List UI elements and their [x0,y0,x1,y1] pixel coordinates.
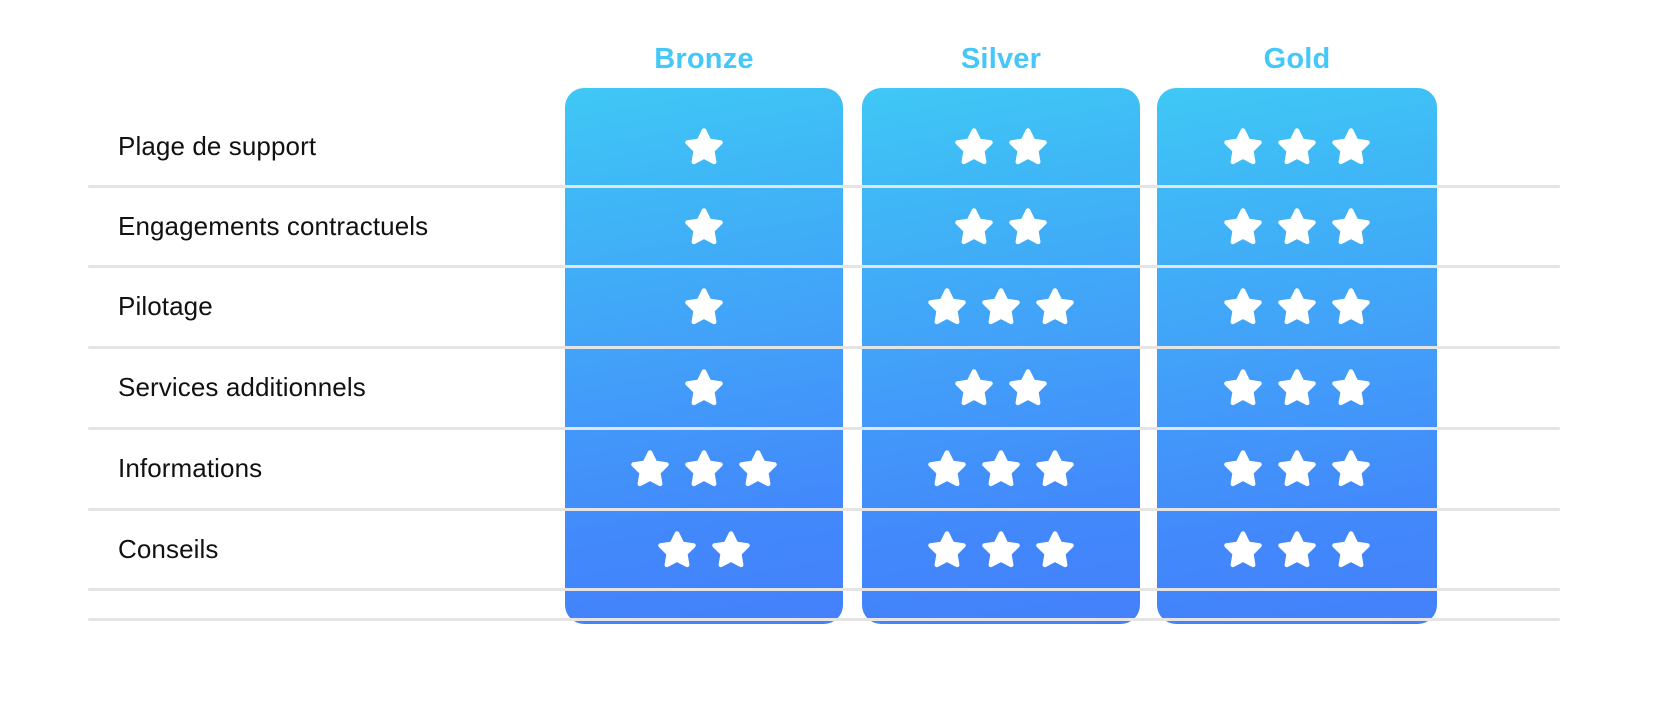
rating-cell-gold-4 [1157,365,1437,409]
star-icon [684,206,724,246]
star-icon [1331,206,1371,246]
star-icon [954,126,994,166]
column-header-bronze: Bronze [654,43,754,75]
rating-cell-gold-1 [1157,124,1437,168]
star-icon [981,286,1021,326]
rating-cell-gold-2 [1157,204,1437,248]
star-icon [1223,206,1263,246]
row-divider [88,618,1560,621]
star-icon [981,448,1021,488]
star-icon [684,367,724,407]
column-header-gold: Gold [1263,43,1331,75]
rating-cell-bronze-4 [565,365,843,409]
star-icon [684,286,724,326]
star-icon [1035,529,1075,569]
rating-cell-bronze-6 [565,527,843,571]
star-icon [1035,286,1075,326]
star-icon [657,529,697,569]
star-icon [1223,448,1263,488]
star-icon [1277,448,1317,488]
star-icon [1277,367,1317,407]
row-divider [88,346,1560,349]
star-icon [927,286,967,326]
rating-cell-silver-1 [862,124,1140,168]
star-icon [630,448,670,488]
feature-row-label: Engagements contractuels [118,211,429,241]
rating-cell-bronze-2 [565,204,843,248]
comparison-table: Bronze Silver Gold Plage de support Engag… [0,0,1653,701]
star-icon [1008,126,1048,166]
rating-cell-silver-3 [862,284,1140,328]
star-icon [927,448,967,488]
rating-cell-bronze-1 [565,124,843,168]
star-icon [1331,126,1371,166]
star-icon [1331,367,1371,407]
feature-row-label: Informations [118,453,263,483]
rating-cell-silver-2 [862,204,1140,248]
star-icon [1035,448,1075,488]
star-icon [1331,529,1371,569]
star-icon [954,367,994,407]
rating-cell-gold-5 [1157,446,1437,490]
star-icon [738,448,778,488]
star-icon [1223,367,1263,407]
feature-row-label: Pilotage [118,291,213,321]
star-icon [1008,367,1048,407]
rating-cell-bronze-3 [565,284,843,328]
rating-cell-silver-4 [862,365,1140,409]
star-icon [1331,286,1371,326]
star-icon [1223,529,1263,569]
star-icon [954,206,994,246]
rating-cell-gold-6 [1157,527,1437,571]
feature-row-label: Conseils [118,534,219,564]
star-icon [684,448,724,488]
star-icon [1223,126,1263,166]
rating-cell-silver-5 [862,446,1140,490]
star-icon [1223,286,1263,326]
star-icon [684,126,724,166]
column-header-silver: Silver [960,43,1042,75]
feature-row-label: Plage de support [118,131,317,161]
star-icon [1008,206,1048,246]
row-divider [88,588,1560,591]
rating-cell-gold-3 [1157,284,1437,328]
rating-cell-silver-6 [862,527,1140,571]
star-icon [981,529,1021,569]
row-divider [88,427,1560,430]
star-icon [1277,529,1317,569]
star-icon [1277,286,1317,326]
row-divider [88,185,1560,188]
star-icon [1277,126,1317,166]
row-divider [88,508,1560,511]
star-icon [1331,448,1371,488]
rating-cell-bronze-5 [565,446,843,490]
star-icon [711,529,751,569]
feature-row-label: Services additionnels [118,372,366,402]
star-icon [927,529,967,569]
star-icon [1277,206,1317,246]
row-divider [88,265,1560,268]
